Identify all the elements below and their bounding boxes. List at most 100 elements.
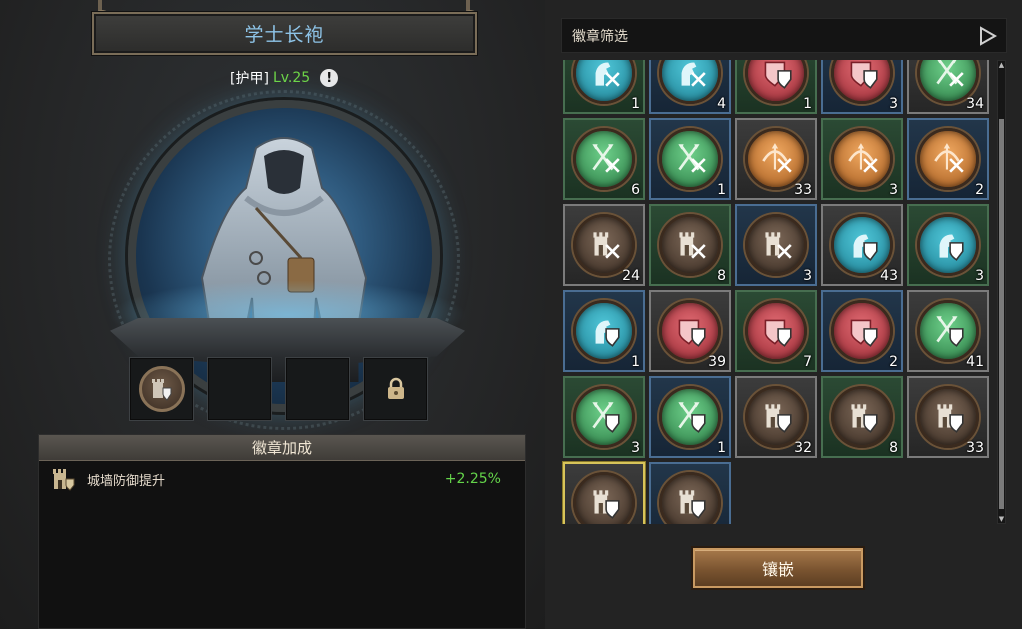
tower-shield-badge-icon: [745, 386, 807, 448]
teal-horse-shield-badge-icon: [831, 214, 893, 276]
bonus-header: 徽章加成: [39, 435, 525, 461]
badge-cell[interactable]: 6: [563, 118, 645, 200]
badge-cell[interactable]: 1: [563, 60, 645, 114]
scroll-down-icon[interactable]: ▼: [998, 515, 1005, 523]
tower-sword-badge-icon: [745, 214, 807, 276]
orange-bow-sword-badge-icon: [831, 128, 893, 190]
badge-count: 1: [717, 182, 726, 198]
badge-filter-bar[interactable]: 徽章筛选: [561, 18, 1007, 53]
badge-slot-2[interactable]: [207, 357, 272, 421]
tower-shield-badge-icon: [659, 472, 721, 524]
green-spears-shield-badge-icon: [573, 386, 635, 448]
badge-count: 3: [631, 440, 640, 456]
teal-horse-shield-badge-icon: [573, 300, 635, 362]
tower-sword-badge-icon: [659, 214, 721, 276]
badge-count: 32: [794, 440, 812, 456]
badge-cell[interactable]: 4: [649, 60, 731, 114]
bonus-row: 城墙防御提升 +2.25%: [39, 461, 525, 497]
badge-count: 1: [717, 440, 726, 456]
badge-count: 3: [889, 182, 898, 198]
teal-horse-badge-icon: [659, 60, 721, 104]
badge-count: 41: [966, 354, 984, 370]
orange-bow-sword-badge-icon: [745, 128, 807, 190]
teal-horse-shield-badge-icon: [917, 214, 979, 276]
item-type-label: [护甲]: [230, 71, 269, 87]
badge-cell[interactable]: 3: [735, 204, 817, 286]
bonus-label: 城墙防御提升: [87, 473, 166, 489]
green-spears-sword-badge-icon: [659, 128, 721, 190]
tower-shield-badge-icon: [917, 386, 979, 448]
badge-count: 7: [803, 354, 812, 370]
tower-sword-badge-icon: [573, 214, 635, 276]
badge-count: 43: [880, 268, 898, 284]
green-spears-sword-badge-icon: [573, 128, 635, 190]
badge-count: 2: [975, 182, 984, 198]
badge-cell[interactable]: 1: [649, 376, 731, 458]
badge-count: 33: [794, 182, 812, 198]
badge-cell[interactable]: 5: [563, 462, 645, 524]
badge-cell[interactable]: 1: [735, 60, 817, 114]
badge-scrollbar[interactable]: ▲ ▼: [997, 60, 1006, 524]
badge-count: 3: [889, 96, 898, 112]
badge-cell[interactable]: 33: [907, 376, 989, 458]
play-arrow-icon[interactable]: [978, 25, 998, 47]
badge-cell[interactable]: 2: [907, 118, 989, 200]
badge-count: 2: [889, 354, 898, 370]
badge-cell[interactable]: 7: [735, 290, 817, 372]
badge-cell[interactable]: 1: [649, 118, 731, 200]
tower-shield-badge-icon: [831, 386, 893, 448]
item-title-plaque: 学士长袍: [92, 12, 477, 55]
lock-icon: [387, 377, 404, 399]
badge-count: 1: [631, 96, 640, 112]
badge-cell[interactable]: 32: [735, 376, 817, 458]
item-name: 学士长袍: [244, 24, 325, 46]
badge-count: 3: [803, 268, 812, 284]
tower-shield-badge-icon: [138, 366, 185, 412]
red-shield-badge-icon: [745, 300, 807, 362]
badge-cell[interactable]: 3: [907, 204, 989, 286]
badge-cell[interactable]: 24: [563, 204, 645, 286]
badge-cell[interactable]: 33: [735, 118, 817, 200]
badge-count: 4: [717, 96, 726, 112]
badge-slot-3[interactable]: [285, 357, 350, 421]
scroll-up-icon[interactable]: ▲: [998, 61, 1005, 69]
badge-count: 1: [803, 96, 812, 112]
badge-cell[interactable]: 39: [649, 290, 731, 372]
red-shield-badge-icon: [745, 60, 807, 104]
badge-count: 1: [631, 354, 640, 370]
badge-cell[interactable]: 2: [821, 290, 903, 372]
badge-cell[interactable]: 34: [907, 60, 989, 114]
badge-bonus-panel: 徽章加成 城墙防御提升 +2.25%: [38, 434, 526, 629]
teal-horse-badge-icon: [573, 60, 635, 104]
tower-shield-badge-icon: [573, 472, 635, 524]
badge-cell[interactable]: 3: [821, 118, 903, 200]
red-shield-badge-icon: [659, 300, 721, 362]
item-level: Lv.25: [272, 70, 311, 86]
badge-cell[interactable]: 3: [563, 376, 645, 458]
info-exclamation-icon[interactable]: !: [320, 69, 339, 87]
badge-grid: 14133461333224834331397241313283352: [563, 60, 989, 524]
badge-cell[interactable]: 2: [649, 462, 731, 524]
badge-cell[interactable]: 8: [821, 376, 903, 458]
badge-count: 34: [966, 96, 984, 112]
badge-cell[interactable]: 1: [563, 290, 645, 372]
badge-count: 3: [975, 268, 984, 284]
red-shield-badge-icon: [831, 300, 893, 362]
item-level-line: [护甲] Lv.25 !: [230, 68, 339, 88]
badge-count: 6: [631, 182, 640, 198]
scroll-thumb[interactable]: [999, 119, 1004, 509]
wall-tower-shield-icon: [53, 469, 75, 491]
badge-cell[interactable]: 3: [821, 60, 903, 114]
badge-count: 39: [708, 354, 726, 370]
badge-slot-4-locked[interactable]: [363, 357, 428, 421]
badge-count: 33: [966, 440, 984, 456]
badge-slot-1[interactable]: [129, 357, 194, 421]
badge-cell[interactable]: 43: [821, 204, 903, 286]
badge-grid-window: 14133461333224834331397241313283352: [561, 60, 993, 524]
badge-count: 24: [622, 268, 640, 284]
badge-cell[interactable]: 41: [907, 290, 989, 372]
badge-count: 8: [717, 268, 726, 284]
badge-cell[interactable]: 8: [649, 204, 731, 286]
green-spears-shield-badge-icon: [659, 386, 721, 448]
inlay-button[interactable]: 镶嵌: [693, 548, 863, 588]
